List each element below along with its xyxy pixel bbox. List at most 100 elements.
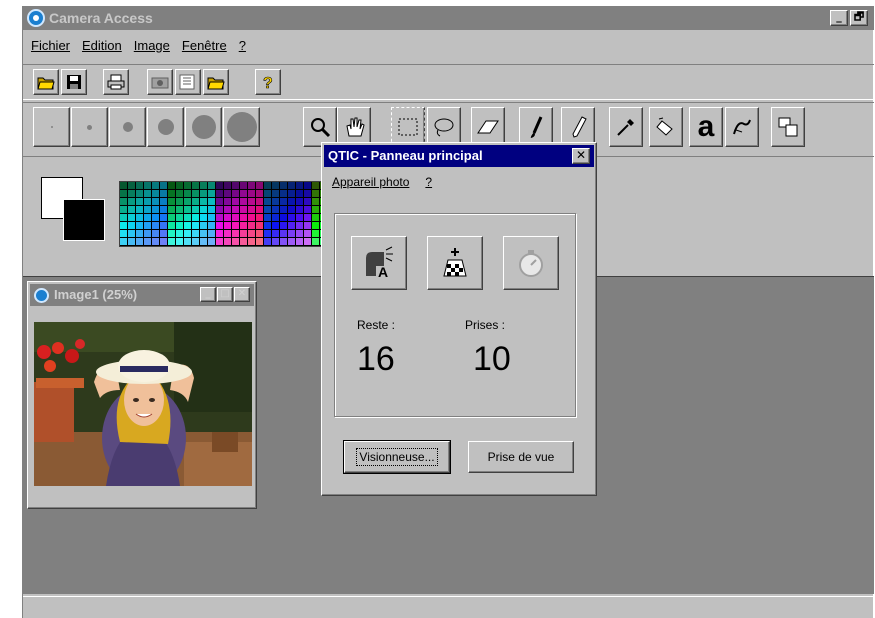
palette-cell[interactable] [280, 230, 288, 238]
palette-cell[interactable] [248, 190, 256, 198]
palette-cell[interactable] [296, 214, 304, 222]
palette-cell[interactable] [128, 198, 136, 206]
palette-cell[interactable] [240, 198, 248, 206]
palette-cell[interactable] [136, 214, 144, 222]
palette-cell[interactable] [200, 182, 208, 190]
palette-cell[interactable] [272, 190, 280, 198]
palette-cell[interactable] [288, 190, 296, 198]
palette-cell[interactable] [160, 206, 168, 214]
palette-cell[interactable] [264, 198, 272, 206]
palette-cell[interactable] [128, 190, 136, 198]
palette-cell[interactable] [192, 198, 200, 206]
palette-cell[interactable] [144, 182, 152, 190]
palette-cell[interactable] [120, 222, 128, 230]
palette-cell[interactable] [288, 238, 296, 246]
palette-cell[interactable] [232, 230, 240, 238]
palette-cell[interactable] [272, 222, 280, 230]
palette-cell[interactable] [248, 198, 256, 206]
palette-cell[interactable] [248, 222, 256, 230]
palette-cell[interactable] [120, 190, 128, 198]
palette-cell[interactable] [272, 214, 280, 222]
brush-size-1[interactable] [33, 107, 70, 147]
pencil-icon[interactable] [561, 107, 595, 147]
palette-cell[interactable] [144, 222, 152, 230]
palette-cell[interactable] [312, 238, 320, 246]
palette-cell[interactable] [256, 190, 264, 198]
palette-cell[interactable] [200, 238, 208, 246]
palette-cell[interactable] [232, 214, 240, 222]
palette-cell[interactable] [136, 238, 144, 246]
palette-cell[interactable] [168, 222, 176, 230]
palette-cell[interactable] [280, 214, 288, 222]
palette-cell[interactable] [120, 182, 128, 190]
palette-cell[interactable] [264, 206, 272, 214]
palette-cell[interactable] [240, 238, 248, 246]
palette-cell[interactable] [168, 182, 176, 190]
palette-cell[interactable] [176, 182, 184, 190]
palette-cell[interactable] [224, 190, 232, 198]
palette-cell[interactable] [200, 230, 208, 238]
palette-cell[interactable] [256, 206, 264, 214]
palette-cell[interactable] [192, 182, 200, 190]
image-maximize-button[interactable]: □ [217, 287, 233, 302]
palette-cell[interactable] [240, 190, 248, 198]
palette-cell[interactable] [264, 230, 272, 238]
palette-cell[interactable] [280, 222, 288, 230]
palette-cell[interactable] [216, 198, 224, 206]
palette-cell[interactable] [128, 222, 136, 230]
palette-cell[interactable] [160, 190, 168, 198]
palette-cell[interactable] [224, 198, 232, 206]
palette-cell[interactable] [200, 222, 208, 230]
palette-cell[interactable] [296, 238, 304, 246]
palette-cell[interactable] [240, 214, 248, 222]
palette-cell[interactable] [288, 222, 296, 230]
dialog-titlebar[interactable]: QTIC - Panneau principal ✕ [324, 145, 594, 167]
palette-cell[interactable] [272, 182, 280, 190]
palette-cell[interactable] [312, 230, 320, 238]
palette-cell[interactable] [136, 206, 144, 214]
palette-cell[interactable] [288, 206, 296, 214]
palette-cell[interactable] [312, 198, 320, 206]
palette-cell[interactable] [152, 222, 160, 230]
open-folder-icon[interactable] [33, 69, 59, 95]
palette-cell[interactable] [272, 238, 280, 246]
palette-cell[interactable] [256, 230, 264, 238]
palette-cell[interactable] [232, 206, 240, 214]
palette-cell[interactable] [192, 230, 200, 238]
palette-cell[interactable] [192, 222, 200, 230]
palette-cell[interactable] [240, 206, 248, 214]
palette-cell[interactable] [144, 206, 152, 214]
palette-cell[interactable] [192, 190, 200, 198]
palette-cell[interactable] [208, 214, 216, 222]
palette-cell[interactable] [248, 206, 256, 214]
palette-cell[interactable] [264, 238, 272, 246]
palette-cell[interactable] [240, 182, 248, 190]
acquire-icon[interactable] [175, 69, 201, 95]
palette-cell[interactable] [224, 182, 232, 190]
palette-cell[interactable] [160, 230, 168, 238]
palette-cell[interactable] [120, 230, 128, 238]
palette-cell[interactable] [272, 230, 280, 238]
brush-size-6[interactable] [223, 107, 260, 147]
palette-cell[interactable] [216, 206, 224, 214]
palette-cell[interactable] [208, 238, 216, 246]
palette-cell[interactable] [120, 214, 128, 222]
palette-cell[interactable] [248, 238, 256, 246]
palette-cell[interactable] [304, 230, 312, 238]
foreground-color-swatch[interactable] [63, 199, 105, 241]
palette-cell[interactable] [176, 190, 184, 198]
palette-cell[interactable] [288, 214, 296, 222]
clone-icon[interactable] [771, 107, 805, 147]
palette-cell[interactable] [256, 198, 264, 206]
palette-cell[interactable] [208, 182, 216, 190]
palette-cell[interactable] [224, 238, 232, 246]
palette-cell[interactable] [184, 190, 192, 198]
palette-cell[interactable] [208, 198, 216, 206]
menu-image[interactable]: Image [134, 38, 170, 53]
palette-cell[interactable] [256, 214, 264, 222]
palette-cell[interactable] [152, 238, 160, 246]
palette-cell[interactable] [288, 230, 296, 238]
palette-cell[interactable] [176, 206, 184, 214]
palette-cell[interactable] [184, 206, 192, 214]
palette-cell[interactable] [312, 182, 320, 190]
